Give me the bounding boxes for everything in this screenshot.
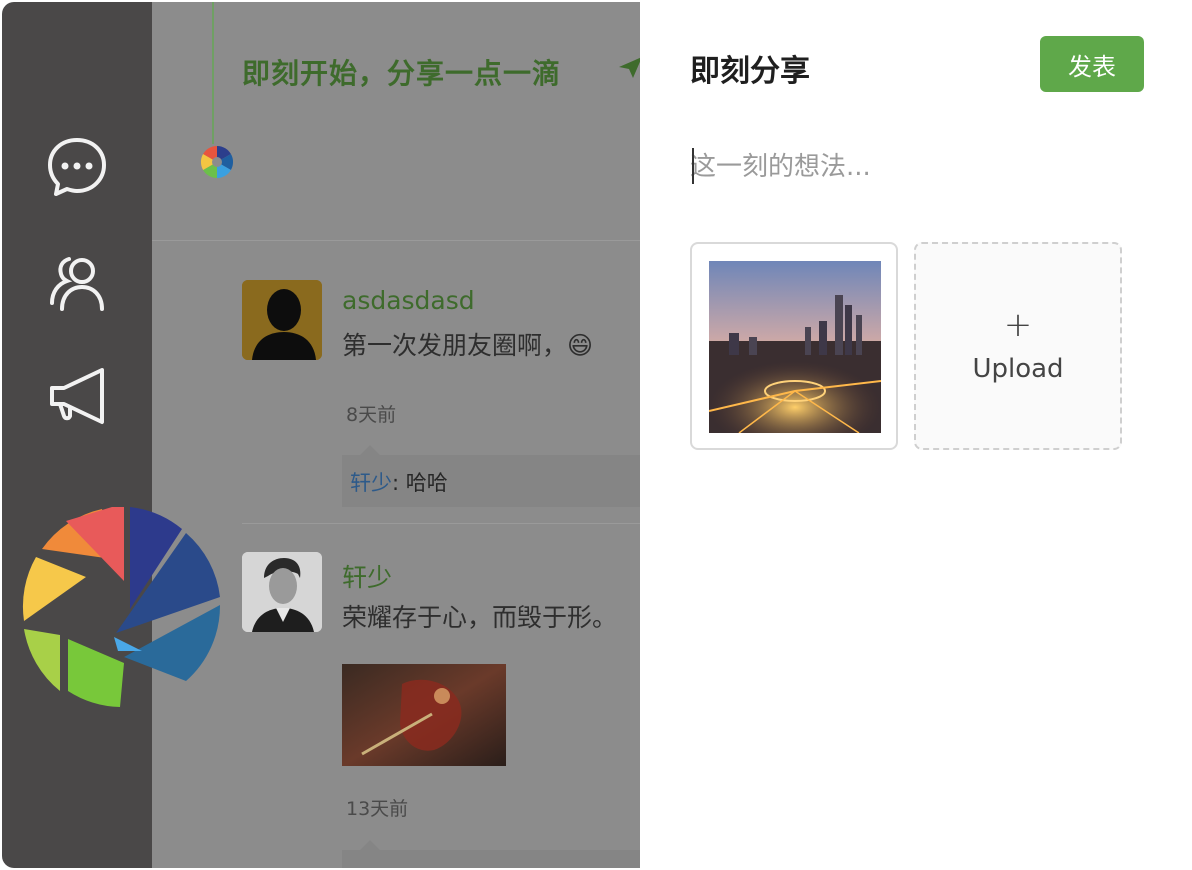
paper-plane-icon: [619, 57, 642, 78]
comment-area: [342, 840, 642, 868]
upload-label: Upload: [972, 354, 1064, 384]
feed-slogan: 即刻开始，分享一点一滴: [242, 57, 562, 90]
feed-post: 轩少 荣耀存于心，而毁于形。 13天前: [242, 552, 642, 868]
portrait-avatar-icon: [242, 552, 322, 632]
feed-post: asdasdasd 第一次发朋友圈啊，😄 8天前 轩少: 哈哈: [242, 280, 642, 520]
contacts-nav-button[interactable]: [42, 247, 112, 317]
chat-bubble-icon: [48, 138, 106, 196]
city-skyline-image: [708, 261, 882, 434]
share-panel: 即刻分享 发表 这一刻的想法... + Upload: [640, 2, 1190, 868]
sidebar: [2, 2, 152, 868]
game-artwork-image: [342, 664, 506, 766]
thought-input[interactable]: [690, 140, 1150, 194]
post-content: 荣耀存于心，而毁于形。: [342, 603, 618, 632]
publish-button[interactable]: 发表: [1040, 36, 1144, 92]
post-author[interactable]: asdasdasd: [342, 286, 475, 315]
comment-separator: :: [392, 471, 406, 495]
silhouette-avatar-icon: [242, 280, 322, 360]
post-image[interactable]: [342, 664, 506, 766]
moments-feed: 即刻开始，分享一点一滴 asdasdasd 第一次发朋友圈啊，😄 8天前 轩少:…: [152, 2, 642, 868]
announcement-nav-button[interactable]: [42, 360, 112, 430]
app-window: 即刻开始，分享一点一滴 asdasdasd 第一次发朋友圈啊，😄 8天前 轩少:…: [2, 2, 1190, 868]
chat-nav-button[interactable]: [42, 132, 112, 202]
aperture-logo-small-icon: [200, 145, 234, 179]
aperture-logo-icon: [22, 507, 221, 707]
comment-author[interactable]: 轩少: [350, 471, 392, 495]
panel-title: 即刻分享: [690, 54, 810, 89]
post-time: 13天前: [346, 798, 409, 820]
comment-area: 轩少: 哈哈: [342, 445, 642, 507]
timeline-line: [212, 2, 214, 144]
divider: [242, 523, 642, 524]
comment-text: 哈哈: [405, 471, 448, 495]
post-time: 8天前: [346, 404, 397, 426]
users-icon: [50, 257, 104, 311]
divider: [152, 240, 642, 241]
post-content: 第一次发朋友圈啊，😄: [342, 331, 594, 360]
comment-item: 轩少: 哈哈: [350, 467, 448, 497]
uploaded-image-card[interactable]: [690, 242, 898, 450]
upload-button[interactable]: + Upload: [914, 242, 1122, 450]
post-author[interactable]: 轩少: [342, 558, 392, 594]
text-caret: [692, 148, 694, 184]
avatar[interactable]: [242, 280, 322, 360]
plus-icon: +: [1003, 305, 1033, 345]
avatar[interactable]: [242, 552, 322, 632]
megaphone-icon: [50, 368, 104, 424]
